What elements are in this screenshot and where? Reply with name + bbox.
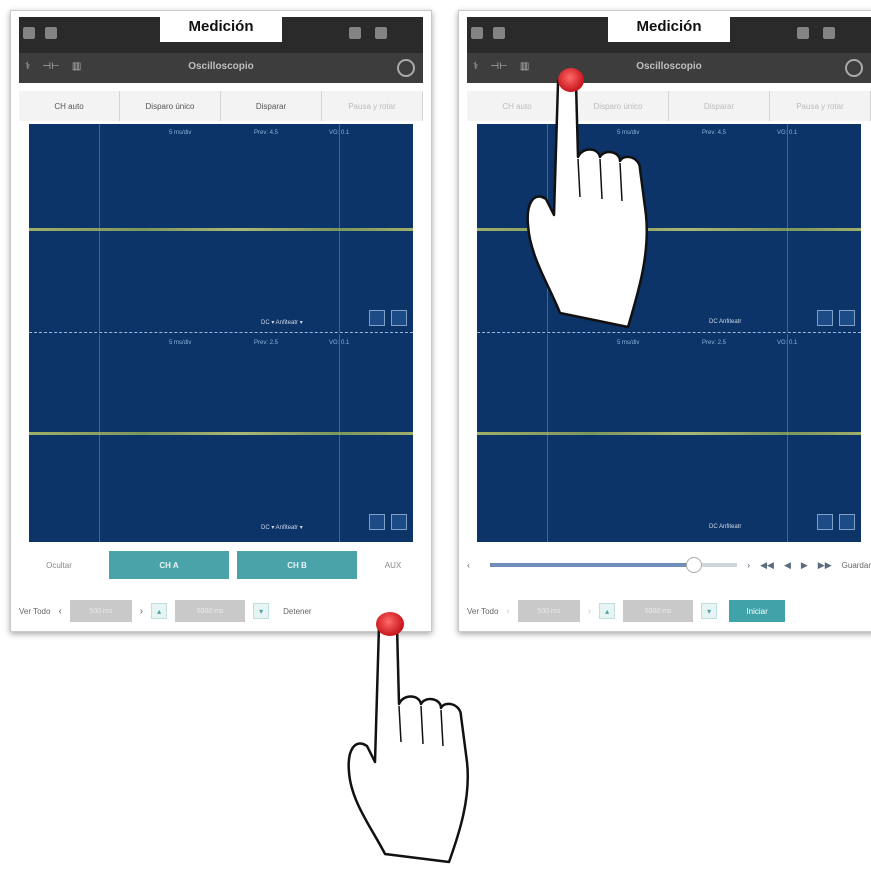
mode-ch-auto[interactable]: CH auto (19, 91, 120, 121)
readout-vg-b: VG: 0.1 (329, 340, 350, 346)
channel-a-fullscreen-button[interactable] (839, 310, 855, 326)
readout-timebase: 5 ms/div (169, 130, 192, 136)
channel-a-settings-button[interactable] (817, 310, 833, 326)
time-row: Ver Todo ‹ 500 ms › ▴ 5000 ms ▾ Iniciar (467, 596, 871, 626)
app-title: Oscilloscopio (188, 61, 254, 72)
readout-prev-b: Prev: 2.5 (702, 340, 727, 346)
mode-bar: CH auto Disparo único Disparar Pausa y r… (19, 91, 423, 121)
start-button[interactable]: Iniciar (729, 600, 786, 622)
readout-vg: VG: 0.1 (329, 130, 350, 136)
channel-b-settings-button[interactable] (817, 514, 833, 530)
tap-indicator-bottom (376, 612, 404, 636)
prev-arrow-icon[interactable]: ‹ (506, 606, 509, 617)
pointing-hand-bottom (347, 615, 469, 864)
timebase-b-field[interactable]: 5000 ms (623, 600, 694, 622)
channel-b-view: 5 ms/div Prev: 2.5 VG: 0.1 DC Anfiteatr (477, 334, 861, 542)
channel-a-controls[interactable]: DC ▾ Anfiteatr ▾ (261, 319, 303, 326)
stop-button[interactable]: Detener (283, 607, 311, 616)
app-icon (493, 27, 505, 39)
mode-trigger[interactable]: Disparar (221, 91, 322, 121)
wifi-icon (823, 27, 835, 39)
readout-prev-b: Prev: 2.5 (254, 340, 279, 346)
aux-button[interactable]: AUX (363, 551, 423, 579)
play-icon[interactable]: ▶ (801, 560, 808, 571)
hide-button[interactable]: Ocultar (19, 551, 99, 579)
channel-b-view: 5 ms/div Prev: 2.5 VG: 0.1 DC ▾ Anfiteat… (29, 334, 413, 542)
ch-b-button[interactable]: CH B (237, 551, 357, 579)
up-icon[interactable]: ▾ (253, 603, 270, 619)
mode-trigger[interactable]: Disparar (669, 91, 770, 121)
channel-b-controls[interactable]: DC ▾ Anfiteatr ▾ (261, 524, 303, 531)
readout-timebase-b: 5 ms/div (169, 340, 192, 346)
home-icon (23, 27, 35, 39)
timebase-b-field[interactable]: 5000 ms (175, 600, 246, 622)
readout-prev: Prev: 4.5 (702, 130, 727, 136)
channel-a-controls[interactable]: DC Anfiteatr (709, 319, 741, 325)
down-icon[interactable]: ▴ (599, 603, 616, 619)
playback-slider[interactable] (490, 557, 738, 573)
signal-icon (349, 27, 361, 39)
slider-handle[interactable] (685, 557, 702, 573)
channel-b-fullscreen-button[interactable] (839, 514, 855, 530)
readout-prev: Prev: 4.5 (254, 130, 279, 136)
app-icon (45, 27, 57, 39)
playback-bar: ‹ › ◀◀ ◀ ▶ ▶▶ Guardar (467, 551, 871, 579)
step-back-icon[interactable]: ◀ (784, 560, 791, 571)
channel-a-view: 5 ms/div Prev: 4.5 VG: 0.1 DC ▾ Anfiteat… (29, 124, 413, 332)
next-arrow-icon[interactable]: › (140, 606, 143, 617)
wifi-icon (375, 27, 387, 39)
next-arrow-icon[interactable]: › (588, 606, 591, 617)
tap-indicator-top (558, 68, 584, 92)
channel-b-controls[interactable]: DC Anfiteatr (709, 524, 741, 530)
timebase-a-field[interactable]: 500 ms (517, 600, 580, 622)
refresh-icon[interactable] (845, 59, 863, 77)
channel-buttons: Ocultar CH A CH B AUX (19, 549, 423, 581)
left-screen: Medición ⚕ ⊣⊢ ▥ Oscilloscopio CH auto Di… (10, 10, 432, 632)
save-button[interactable]: Guardar (842, 561, 871, 570)
up-icon[interactable]: ▾ (701, 603, 718, 619)
app-title-bar: ⚕ ⊣⊢ ▥ Oscilloscopio (19, 53, 423, 83)
readout-timebase-b: 5 ms/div (617, 340, 640, 346)
pointing-hand-top (526, 74, 648, 329)
prev-icon[interactable]: ‹ (467, 560, 470, 570)
page-label: Medición (608, 11, 730, 42)
mode-pause-rotate[interactable]: Pausa y rotar (322, 91, 423, 121)
next-icon[interactable]: › (747, 560, 750, 570)
signal-icon (797, 27, 809, 39)
home-icon (471, 27, 483, 39)
channel-b-fullscreen-button[interactable] (391, 514, 407, 530)
view-all-button[interactable]: Ver Todo (19, 607, 50, 616)
channel-a-fullscreen-button[interactable] (391, 310, 407, 326)
refresh-icon[interactable] (397, 59, 415, 77)
prev-arrow-icon[interactable]: ‹ (58, 606, 61, 617)
mode-pause-rotate[interactable]: Pausa y rotar (770, 91, 871, 121)
down-icon[interactable]: ▴ (151, 603, 168, 619)
readout-vg-b: VG: 0.1 (777, 340, 798, 346)
oscilloscope-display[interactable]: 5 ms/div Prev: 4.5 VG: 0.1 DC ▾ Anfiteat… (29, 124, 413, 542)
mode-single-trigger[interactable]: Disparo único (120, 91, 221, 121)
forward-icon[interactable]: ▶▶ (818, 560, 832, 571)
channel-a-settings-button[interactable] (369, 310, 385, 326)
readout-vg: VG: 0.1 (777, 130, 798, 136)
page-label: Medición (160, 11, 282, 42)
timebase-a-field[interactable]: 500 ms (69, 600, 132, 622)
rewind-icon[interactable]: ◀◀ (760, 560, 774, 571)
ch-a-button[interactable]: CH A (109, 551, 229, 579)
channel-b-settings-button[interactable] (369, 514, 385, 530)
